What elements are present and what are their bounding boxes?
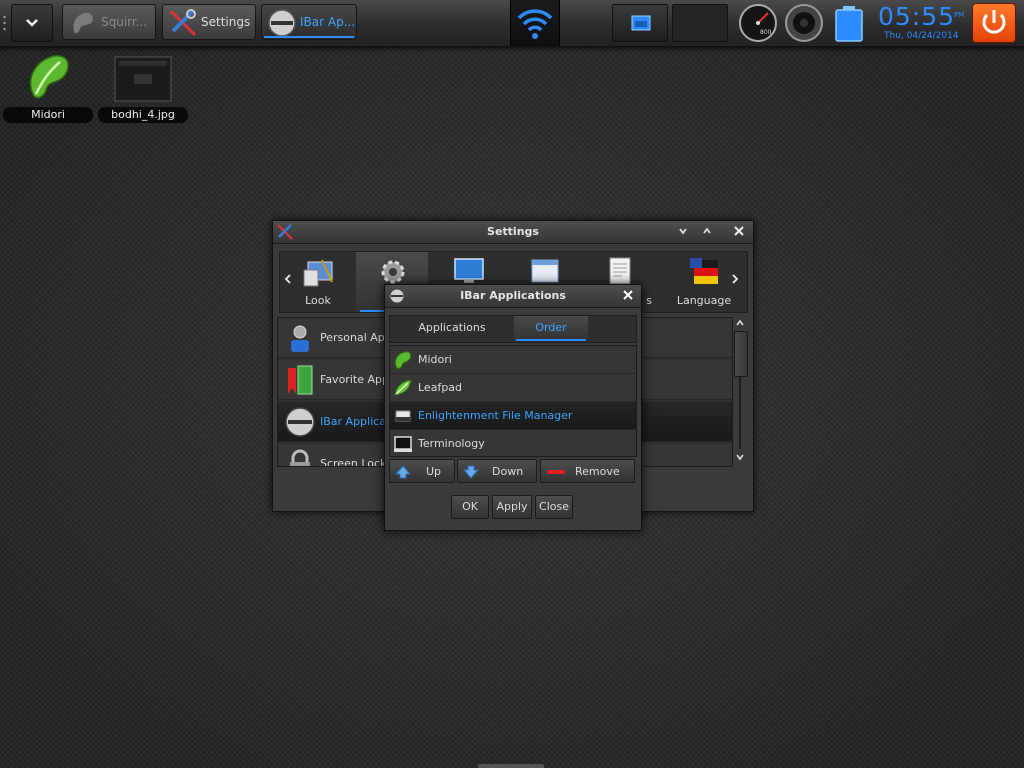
- scroll-right-button[interactable]: [731, 274, 739, 287]
- file-manager-icon: [395, 410, 411, 422]
- app-order-list: Midori Leafpad Enlightenment File Manage…: [389, 345, 637, 457]
- power-icon: [982, 10, 1006, 34]
- list-item-label: IBar Applica: [320, 415, 386, 428]
- list-item-label: Screen Lock: [320, 457, 387, 467]
- wifi-indicator[interactable]: [510, 0, 560, 46]
- scrollbar-track[interactable]: [739, 377, 741, 449]
- ibar-icon: [268, 9, 296, 37]
- window-titlebar[interactable]: Settings: [273, 221, 753, 244]
- button-label: Down: [492, 465, 524, 478]
- category-label: Look: [305, 294, 331, 307]
- ibar-applications-dialog: IBar Applications Applications Order Mid…: [384, 284, 642, 531]
- remove-button[interactable]: Remove: [540, 459, 635, 483]
- chevron-down-icon: [679, 228, 687, 235]
- window-icon: [631, 15, 651, 31]
- cpu-gauge-icon: 800: [739, 4, 777, 42]
- tab-applications[interactable]: Applications: [390, 316, 514, 340]
- ibar-icon: [285, 407, 315, 437]
- task-squirrel[interactable]: Squirr...: [62, 4, 156, 40]
- dialog-close-button[interactable]: [620, 288, 636, 304]
- top-shelf: Squirr... Settings IBar Ap... 800 05:55 …: [0, 0, 1024, 47]
- dialog-tabs: Applications Order: [389, 315, 637, 343]
- maximize-button[interactable]: [699, 224, 715, 240]
- desktop-pager-1[interactable]: [612, 4, 668, 42]
- close-icon: [623, 290, 633, 300]
- chevron-right-icon: [732, 274, 739, 284]
- task-settings[interactable]: Settings: [162, 4, 256, 40]
- remove-icon: [547, 470, 565, 474]
- close-button[interactable]: [731, 224, 747, 240]
- wifi-icon: [517, 9, 553, 39]
- ok-button[interactable]: OK: [451, 495, 489, 519]
- list-item-file-manager[interactable]: Enlightenment File Manager: [390, 402, 636, 430]
- move-down-button[interactable]: Down: [457, 459, 537, 483]
- midori-leaf-icon: [394, 351, 412, 369]
- list-item-label: Favorite App: [320, 373, 389, 386]
- dialog-title: IBar Applications: [460, 289, 566, 302]
- list-item-terminology[interactable]: Terminology: [390, 430, 636, 456]
- chevron-up-icon[interactable]: [736, 319, 744, 327]
- midori-leaf-icon: [29, 55, 69, 99]
- desktop-icon-midori[interactable]: Midori: [3, 52, 93, 124]
- chevron-down-icon[interactable]: [736, 453, 744, 461]
- list-item-label: Leafpad: [418, 381, 463, 394]
- list-item-label: Enlightenment File Manager: [418, 409, 573, 422]
- start-menu-button[interactable]: [11, 4, 53, 42]
- image-thumbnail-icon: [114, 56, 172, 102]
- button-label: Up: [426, 465, 442, 478]
- battery-icon[interactable]: [832, 3, 866, 43]
- leafpad-icon: [394, 379, 412, 396]
- close-dialog-button[interactable]: Close: [535, 495, 573, 519]
- gauge-readout: 800: [760, 29, 772, 36]
- chevron-up-icon: [703, 227, 711, 234]
- settings-tools-icon: [169, 9, 197, 37]
- category-label: Language: [676, 294, 732, 307]
- arrow-up-icon: [395, 465, 411, 479]
- task-label: Settings: [201, 15, 251, 29]
- clock-ampm: PM: [954, 11, 965, 19]
- desktop-icon-bodhi-image[interactable]: bodhi_4.jpg: [98, 52, 188, 124]
- desktop-pager-2[interactable]: [672, 4, 728, 42]
- button-label: Remove: [575, 465, 620, 478]
- apply-button[interactable]: Apply: [492, 495, 532, 519]
- terminal-icon: [394, 436, 412, 452]
- squirrel-icon: [73, 12, 93, 34]
- list-item-label: Personal Ap: [320, 331, 385, 344]
- clock-date: Thu, 04/24/2014: [884, 31, 959, 41]
- list-item-label: Midori: [418, 353, 452, 366]
- list-item-label: Terminology: [418, 437, 485, 450]
- speaker-icon[interactable]: [784, 3, 824, 43]
- list-scrollbar[interactable]: [733, 317, 748, 465]
- favorite-apps-icon: [288, 365, 313, 395]
- arrow-down-icon: [463, 465, 479, 479]
- desktop-icon-label: bodhi_4.jpg: [98, 107, 188, 123]
- bottom-shelf-handle[interactable]: [478, 764, 544, 768]
- move-up-button[interactable]: Up: [389, 459, 455, 483]
- lock-icon: [290, 449, 310, 466]
- look-icon: [303, 259, 333, 287]
- list-item-midori[interactable]: Midori: [390, 346, 636, 374]
- scrollbar-thumb[interactable]: [734, 331, 748, 377]
- tab-order[interactable]: Order: [514, 316, 588, 341]
- category-language[interactable]: Language: [668, 252, 740, 312]
- task-label: Squirr...: [101, 15, 148, 29]
- clock-time: 05:55: [878, 2, 956, 31]
- task-label: IBar Ap...: [300, 15, 356, 29]
- close-icon: [734, 226, 744, 236]
- personal-apps-icon: [291, 325, 309, 352]
- minimize-button[interactable]: [675, 224, 691, 240]
- flag-icon: [690, 258, 718, 284]
- chevron-down-icon: [26, 19, 38, 27]
- task-ibar[interactable]: IBar Ap...: [261, 4, 357, 40]
- category-look[interactable]: Look: [282, 252, 354, 312]
- power-button[interactable]: [972, 3, 1016, 43]
- shelf-grip[interactable]: [3, 14, 6, 32]
- clock[interactable]: 05:55 PM Thu, 04/24/2014: [876, 2, 968, 44]
- desktop-icon-label: Midori: [3, 107, 93, 123]
- dialog-titlebar[interactable]: IBar Applications: [385, 285, 641, 308]
- list-item-leafpad[interactable]: Leafpad: [390, 374, 636, 402]
